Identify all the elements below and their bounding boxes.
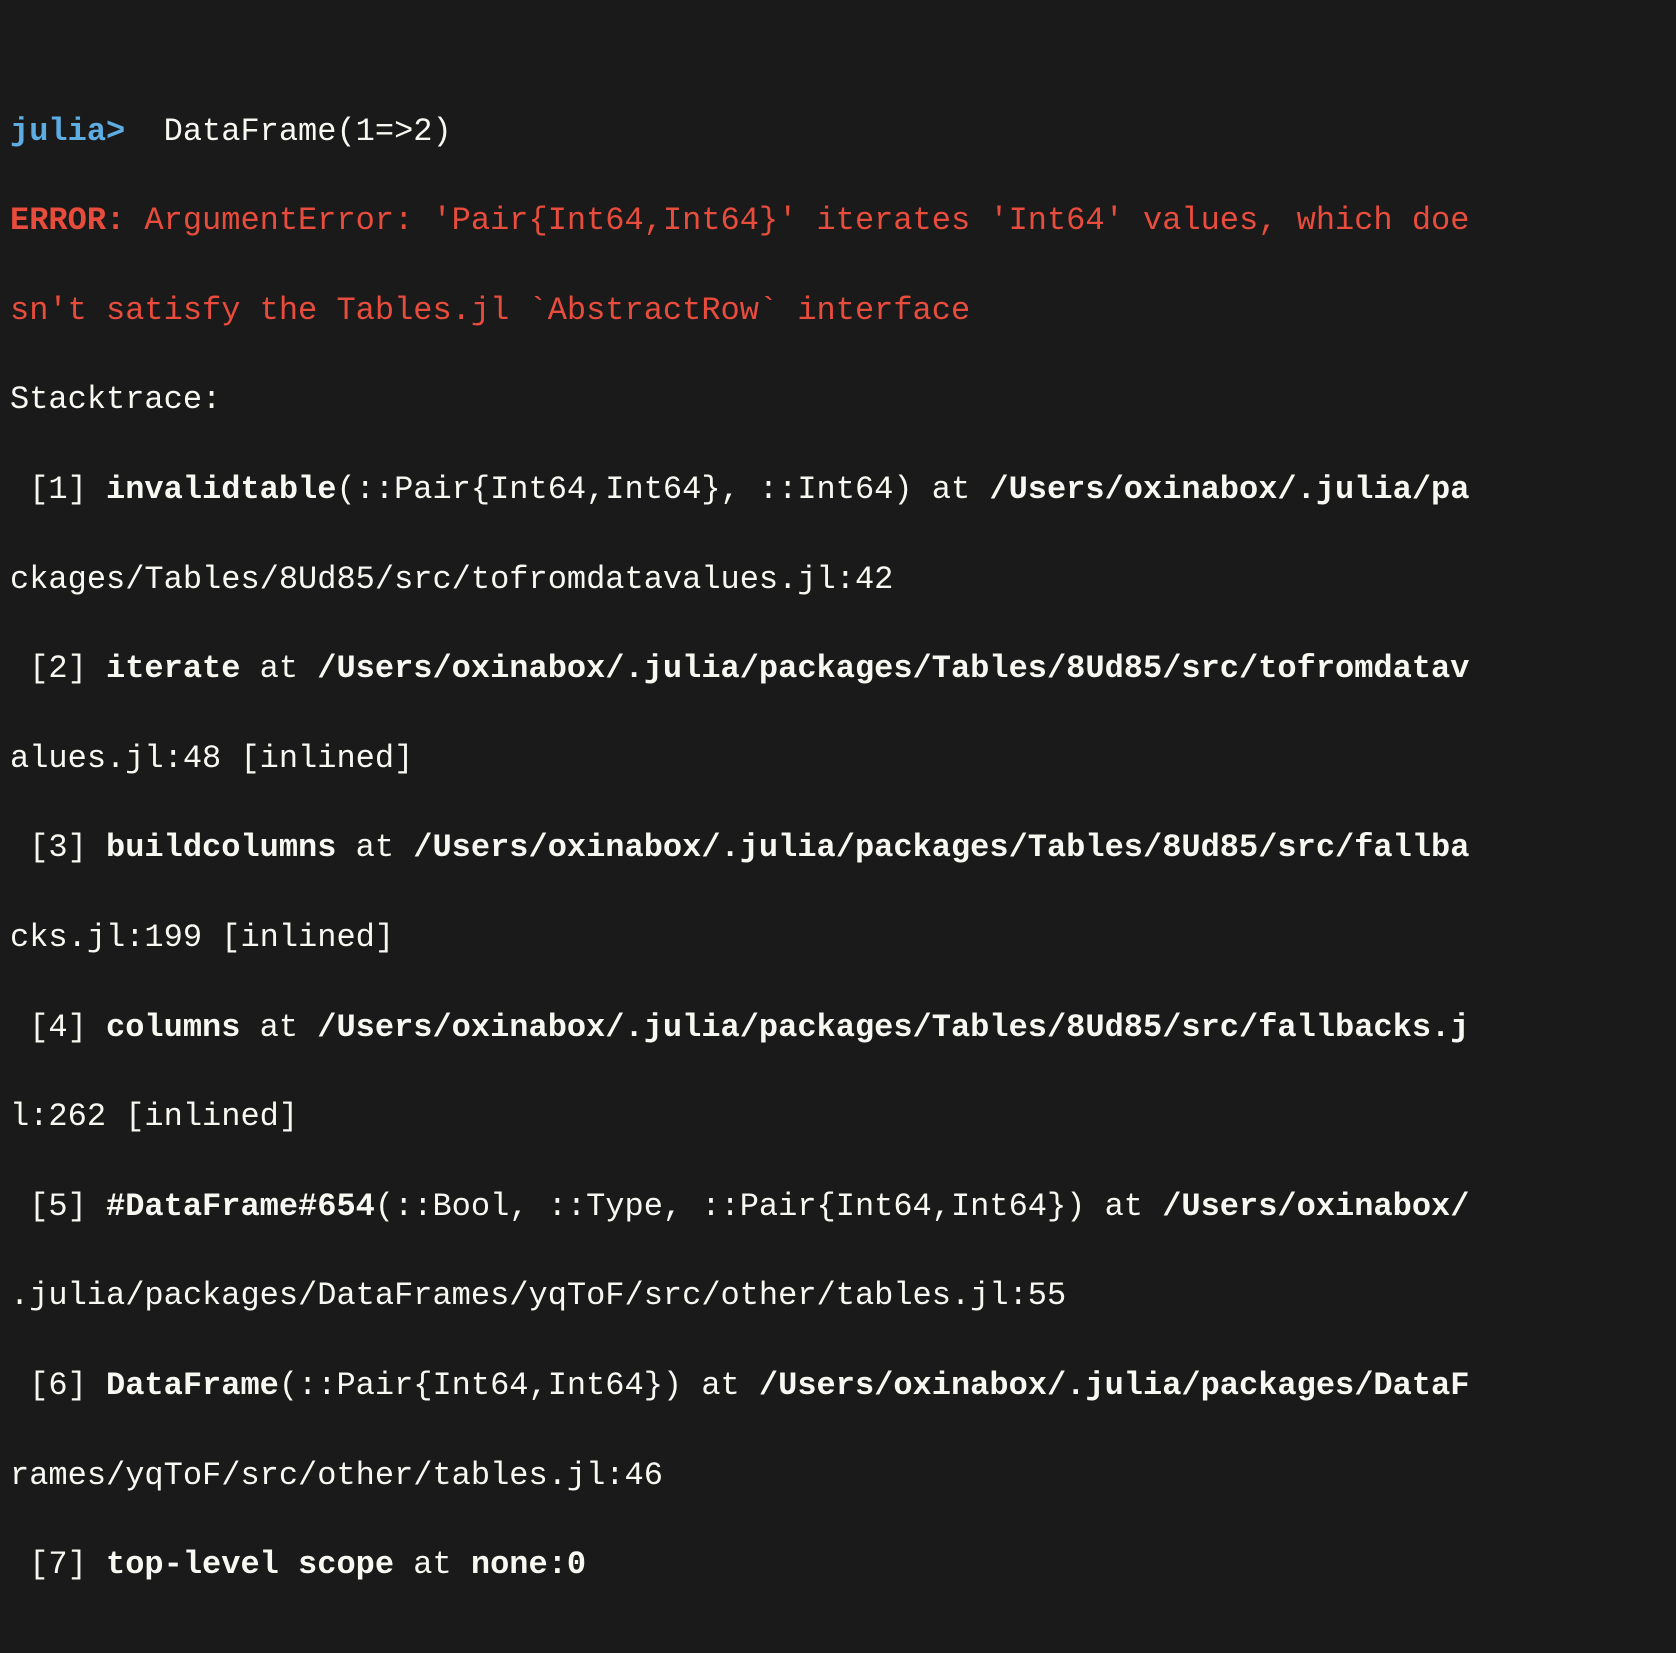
frame-2-at: at: [240, 650, 317, 687]
frame-6-args: (::Pair{Int64,Int64}): [279, 1367, 682, 1404]
frame-5-func: #DataFrame#654: [87, 1188, 375, 1225]
frame-3-number: [3]: [10, 829, 87, 866]
command-text: DataFrame(1=>2): [144, 113, 451, 150]
frame-2-func: iterate: [87, 650, 241, 687]
frame-3-at: at: [336, 829, 413, 866]
error-label: ERROR:: [10, 202, 125, 239]
frame-1-path: /Users/oxinabox/.julia/pa: [989, 471, 1469, 508]
terminal-output: julia> DataFrame(1=>2) ERROR: ArgumentEr…: [0, 0, 1676, 1653]
stack-frame-3-line2: cks.jl:199 [inlined]: [10, 916, 1666, 961]
frame-7-path: none:0: [471, 1546, 586, 1583]
stack-frame-3-line1: [3] buildcolumns at /Users/oxinabox/.jul…: [10, 826, 1666, 871]
frame-3-func: buildcolumns: [87, 829, 337, 866]
stack-frame-4-line2: l:262 [inlined]: [10, 1095, 1666, 1140]
stack-frame-2-line1: [2] iterate at /Users/oxinabox/.julia/pa…: [10, 647, 1666, 692]
frame-5-args: (::Bool, ::Type, ::Pair{Int64,Int64}): [375, 1188, 1086, 1225]
prompt-arrow: [125, 113, 144, 150]
error-message-2: sn't satisfy the Tables.jl `AbstractRow`…: [10, 292, 970, 329]
frame-3-path-cont: cks.jl:199 [inlined]: [10, 919, 394, 956]
julia-prompt: julia>: [10, 113, 125, 150]
frame-4-path: /Users/oxinabox/.julia/packages/Tables/8…: [317, 1009, 1469, 1046]
stack-frame-6-line1: [6] DataFrame(::Pair{Int64,Int64}) at /U…: [10, 1364, 1666, 1409]
stack-frame-7-line1: [7] top-level scope at none:0: [10, 1543, 1666, 1588]
frame-7-number: [7]: [10, 1546, 87, 1583]
stack-frame-1-line1: [1] invalidtable(::Pair{Int64,Int64}, ::…: [10, 468, 1666, 513]
frame-6-path-cont: rames/yqToF/src/other/tables.jl:46: [10, 1457, 663, 1494]
frame-6-at: at: [682, 1367, 759, 1404]
frame-5-at: at: [1085, 1188, 1162, 1225]
stack-frame-4-line1: [4] columns at /Users/oxinabox/.julia/pa…: [10, 1006, 1666, 1051]
frame-1-args: (::Pair{Int64,Int64}, ::Int64): [336, 471, 912, 508]
frame-4-number: [4]: [10, 1009, 87, 1046]
error-line-2: sn't satisfy the Tables.jl `AbstractRow`…: [10, 289, 1666, 334]
stack-frame-6-line2: rames/yqToF/src/other/tables.jl:46: [10, 1454, 1666, 1499]
stacktrace-label: Stacktrace:: [10, 381, 221, 418]
frame-1-number: [1]: [10, 471, 87, 508]
frame-4-path-cont: l:262 [inlined]: [10, 1098, 298, 1135]
error-message-1: ArgumentError: 'Pair{Int64,Int64}' itera…: [125, 202, 1469, 239]
frame-1-path-cont: ckages/Tables/8Ud85/src/tofromdatavalues…: [10, 561, 893, 598]
frame-1-func: invalidtable: [87, 471, 337, 508]
frame-5-path-cont: .julia/packages/DataFrames/yqToF/src/oth…: [10, 1277, 1066, 1314]
frame-7-func: top-level scope: [87, 1546, 394, 1583]
stack-frame-5-line2: .julia/packages/DataFrames/yqToF/src/oth…: [10, 1274, 1666, 1319]
frame-6-func: DataFrame: [87, 1367, 279, 1404]
frame-2-number: [2]: [10, 650, 87, 687]
command-line: julia> DataFrame(1=>2): [10, 110, 1666, 155]
frame-7-at: at: [394, 1546, 471, 1583]
frame-6-number: [6]: [10, 1367, 87, 1404]
frame-1-at: at: [913, 471, 990, 508]
frame-2-path-cont: alues.jl:48 [inlined]: [10, 740, 413, 777]
error-line-1: ERROR: ArgumentError: 'Pair{Int64,Int64}…: [10, 199, 1666, 244]
stack-frame-1-line2: ckages/Tables/8Ud85/src/tofromdatavalues…: [10, 558, 1666, 603]
frame-6-path: /Users/oxinabox/.julia/packages/DataF: [759, 1367, 1470, 1404]
frame-5-path: /Users/oxinabox/: [1162, 1188, 1469, 1225]
frame-2-path: /Users/oxinabox/.julia/packages/Tables/8…: [317, 650, 1469, 687]
frame-3-path: /Users/oxinabox/.julia/packages/Tables/8…: [413, 829, 1469, 866]
stack-frame-2-line2: alues.jl:48 [inlined]: [10, 737, 1666, 782]
frame-4-at: at: [240, 1009, 317, 1046]
stacktrace-header: Stacktrace:: [10, 378, 1666, 423]
stack-frame-5-line1: [5] #DataFrame#654(::Bool, ::Type, ::Pai…: [10, 1185, 1666, 1230]
frame-5-number: [5]: [10, 1188, 87, 1225]
frame-4-func: columns: [87, 1009, 241, 1046]
